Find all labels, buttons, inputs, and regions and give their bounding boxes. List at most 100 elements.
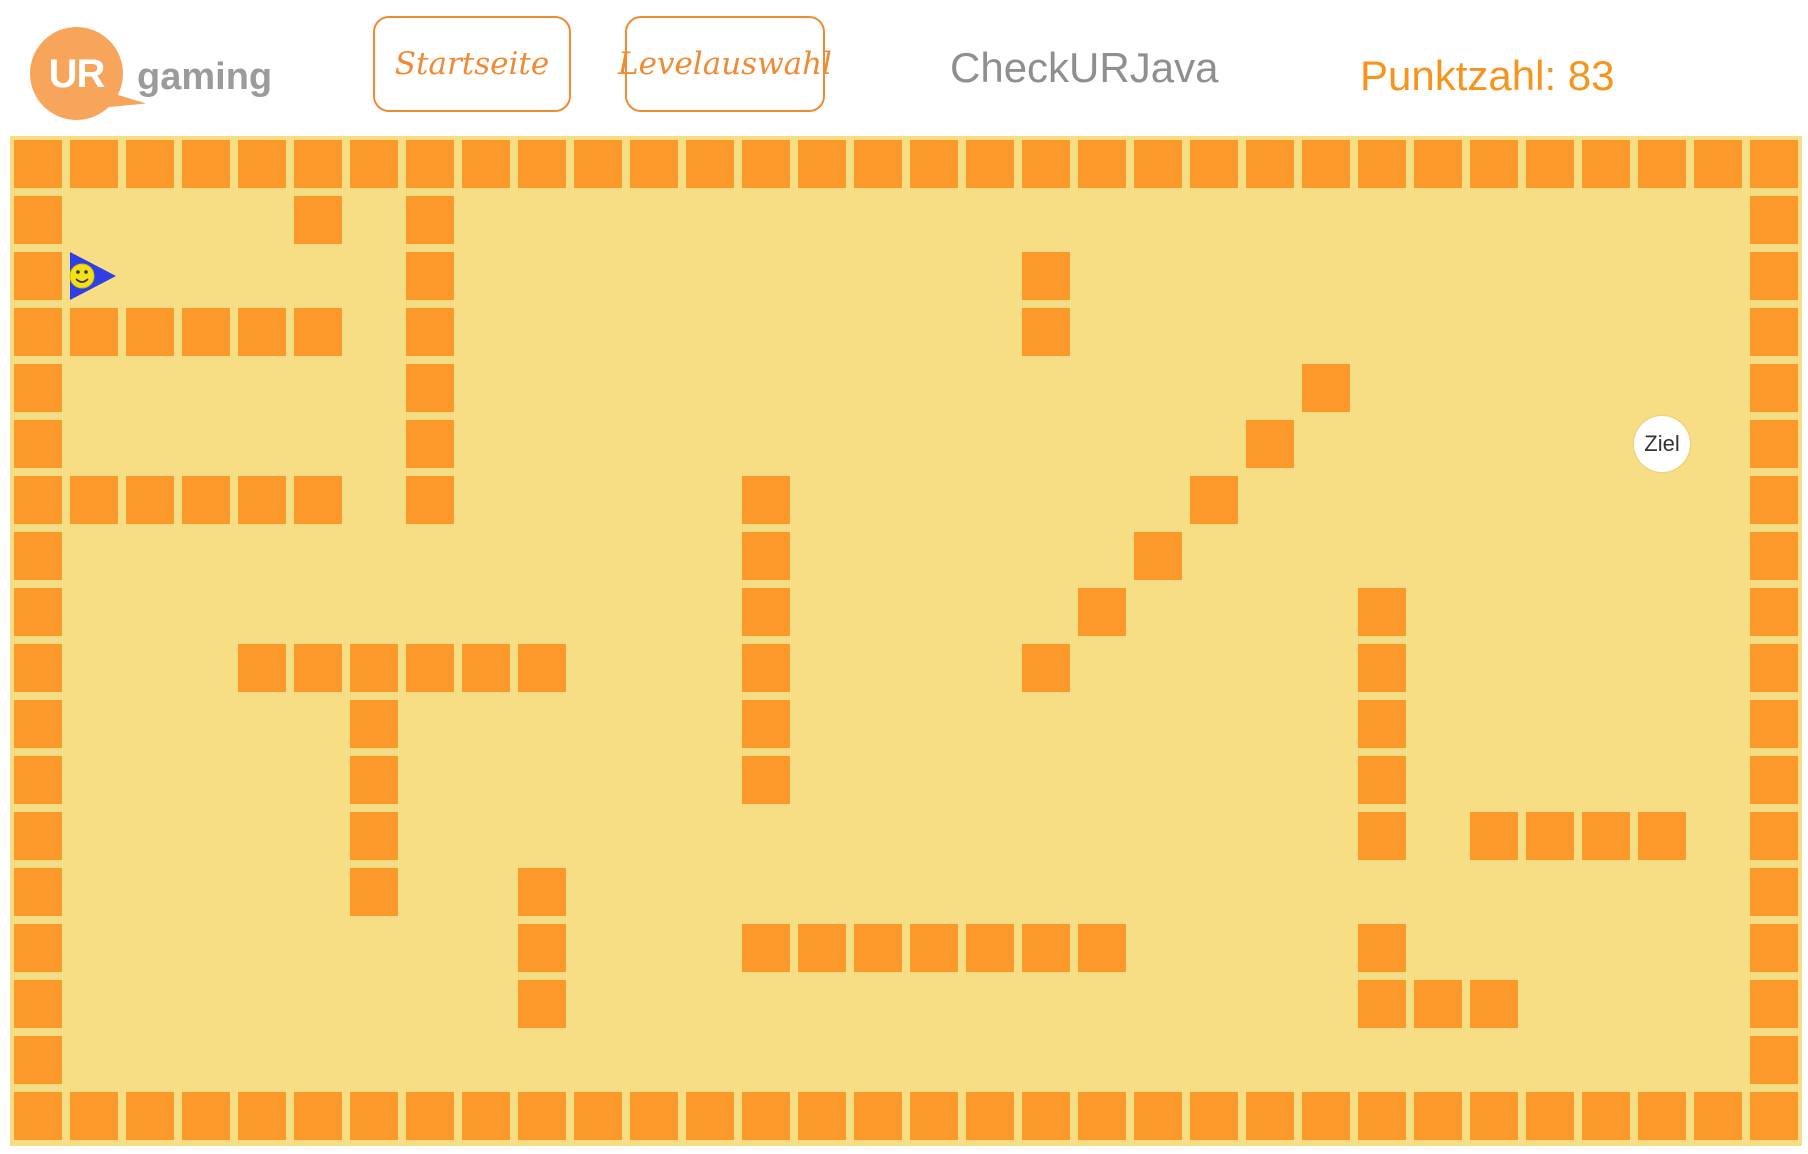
wall-tile (518, 140, 566, 188)
wall-tile (14, 364, 62, 412)
wall-tile (406, 364, 454, 412)
wall-tile (406, 252, 454, 300)
wall-tile (70, 476, 118, 524)
wall-tile (966, 924, 1014, 972)
wall-tile (1190, 1092, 1238, 1140)
wall-tile (1302, 140, 1350, 188)
wall-tile (742, 532, 790, 580)
wall-tile (742, 756, 790, 804)
game-board[interactable]: Ziel (10, 136, 1802, 1146)
wall-tile (966, 140, 1014, 188)
wall-tile (1078, 1092, 1126, 1140)
wall-tile (1750, 420, 1798, 468)
wall-tile (126, 1092, 174, 1140)
wall-tile (1470, 140, 1518, 188)
wall-tile (1358, 644, 1406, 692)
wall-tile (1694, 140, 1742, 188)
wall-tile (798, 1092, 846, 1140)
wall-tile (1358, 924, 1406, 972)
wall-tile (238, 1092, 286, 1140)
wall-tile (350, 140, 398, 188)
wall-tile (1638, 140, 1686, 188)
wall-tile (798, 924, 846, 972)
wall-tile (182, 1092, 230, 1140)
startseite-button[interactable]: Startseite (373, 16, 571, 112)
wall-tile (1078, 588, 1126, 636)
wall-tile (1638, 812, 1686, 860)
wall-tile (1638, 1092, 1686, 1140)
wall-tile (1750, 308, 1798, 356)
wall-tile (350, 700, 398, 748)
wall-tile (294, 644, 342, 692)
wall-tile (630, 1092, 678, 1140)
wall-tile (14, 252, 62, 300)
levelauswahl-button[interactable]: Levelauswahl (618, 16, 832, 112)
wall-tile (294, 476, 342, 524)
wall-tile (462, 644, 510, 692)
wall-tile (1134, 140, 1182, 188)
wall-tile (910, 1092, 958, 1140)
wall-tile (70, 140, 118, 188)
wall-tile (518, 1092, 566, 1140)
wall-tile (14, 812, 62, 860)
wall-tile (294, 140, 342, 188)
wall-tile (1750, 252, 1798, 300)
wall-tile (1190, 476, 1238, 524)
wall-tile (14, 140, 62, 188)
wall-tile (1358, 1092, 1406, 1140)
wall-tile (742, 1092, 790, 1140)
wall-tile (1358, 700, 1406, 748)
wall-tile (1358, 980, 1406, 1028)
wall-tile (238, 308, 286, 356)
wall-tile (1022, 140, 1070, 188)
wall-tile (1526, 140, 1574, 188)
wall-tile (1750, 1036, 1798, 1084)
wall-tile (1582, 1092, 1630, 1140)
wall-tile (1750, 868, 1798, 916)
wall-tile (1582, 812, 1630, 860)
wall-tile (1414, 1092, 1462, 1140)
wall-tile (294, 196, 342, 244)
logo-mark: UR (48, 52, 106, 96)
wall-tile (14, 1036, 62, 1084)
wall-tile (1022, 1092, 1070, 1140)
wall-tile (798, 140, 846, 188)
wall-tile (1750, 812, 1798, 860)
wall-tile (742, 924, 790, 972)
wall-tile (1470, 1092, 1518, 1140)
wall-tile (1470, 812, 1518, 860)
wall-tile (1750, 196, 1798, 244)
wall-tile (462, 1092, 510, 1140)
wall-tile (182, 476, 230, 524)
wall-tile (854, 140, 902, 188)
wall-tile (14, 420, 62, 468)
wall-tile (14, 532, 62, 580)
wall-tile (238, 140, 286, 188)
wall-tile (1358, 588, 1406, 636)
wall-tile (406, 140, 454, 188)
wall-tile (1750, 644, 1798, 692)
wall-tile (1582, 140, 1630, 188)
wall-tile (1414, 980, 1462, 1028)
wall-tile (1358, 140, 1406, 188)
wall-tile (126, 140, 174, 188)
wall-tile (126, 308, 174, 356)
score-display: Punktzahl: 83 (1360, 52, 1615, 99)
wall-tile (1078, 140, 1126, 188)
wall-tile (1078, 924, 1126, 972)
logo-text: gaming (137, 56, 273, 98)
wall-tile (1750, 364, 1798, 412)
goal-marker: Ziel (1634, 416, 1690, 472)
wall-tile (518, 868, 566, 916)
wall-tile (406, 644, 454, 692)
wall-tile (518, 644, 566, 692)
wall-tile (910, 924, 958, 972)
wall-tile (574, 140, 622, 188)
player-icon (66, 248, 122, 304)
wall-tile (70, 308, 118, 356)
goal-label: Ziel (1644, 431, 1680, 456)
wall-tile (1190, 140, 1238, 188)
wall-tile (406, 308, 454, 356)
wall-tile (350, 1092, 398, 1140)
wall-tile (14, 588, 62, 636)
